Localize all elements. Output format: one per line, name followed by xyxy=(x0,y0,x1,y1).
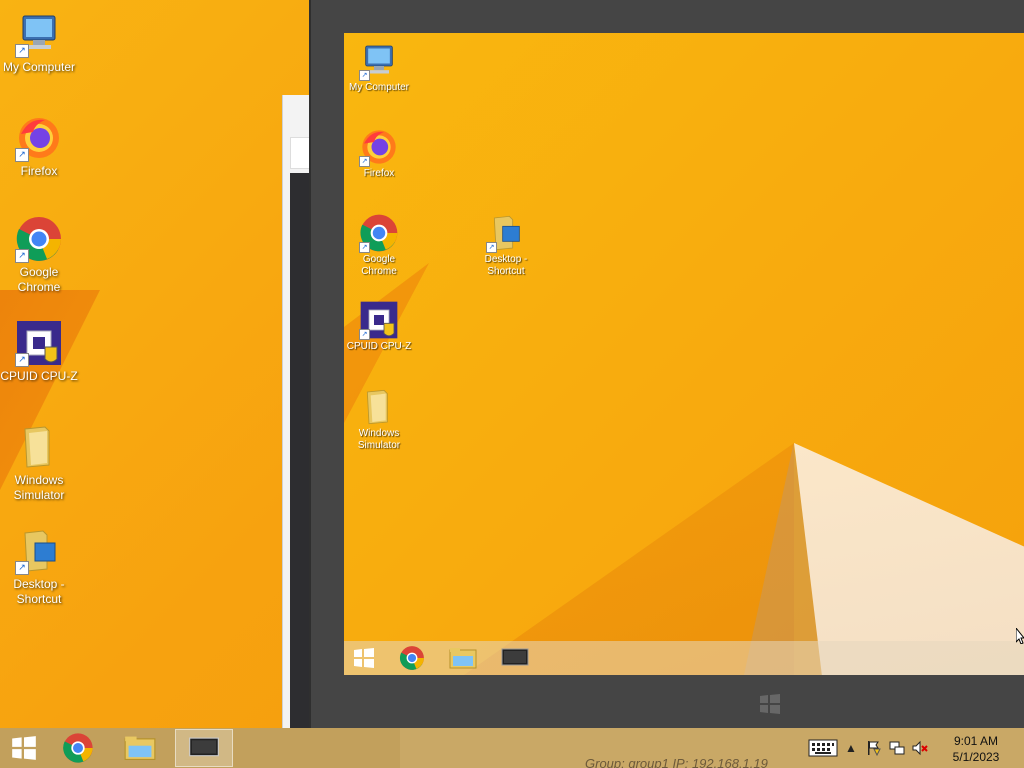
mouse-cursor-icon xyxy=(1015,626,1024,645)
remote-icon-firefox[interactable]: ↗ Firefox xyxy=(344,127,414,180)
desktop-icon-label: CPUID CPU-Z xyxy=(0,369,78,383)
computer-icon: ↗ xyxy=(15,10,63,58)
desktop-icon-label: Google Chrome xyxy=(17,265,61,294)
desktop-icon-label: Desktop - Shortcut xyxy=(13,577,65,606)
chrome-icon: ↗ xyxy=(15,215,63,263)
chrome-icon xyxy=(399,646,424,670)
remote-taskbar-chrome[interactable] xyxy=(392,644,432,672)
chrome-icon xyxy=(63,733,93,763)
remote-taskbar-file-explorer[interactable] xyxy=(443,644,483,672)
computer-icon: ↗ xyxy=(359,41,399,81)
remote-icon-desktop-shortcut[interactable]: ↗ Desktop - Shortcut xyxy=(471,213,541,278)
host-desktop: ↗ My Computer ↗ Firefox ↗ Google Chrome … xyxy=(0,0,1024,768)
cpu-chip-icon: ↗ xyxy=(15,319,63,367)
firefox-icon: ↗ xyxy=(359,127,399,167)
action-center-flag-icon[interactable] xyxy=(866,740,882,756)
volume-muted-icon[interactable] xyxy=(912,740,928,756)
desktop-icon-label: Firefox xyxy=(20,164,58,178)
desktop-icon-windows-simulator[interactable]: Windows Simulator xyxy=(0,423,78,503)
remote-icon-chrome[interactable]: ↗ Google Chrome xyxy=(344,213,414,278)
remote-icon-label: My Computer xyxy=(348,82,409,93)
taskbar-remote-app[interactable] xyxy=(175,729,233,767)
remote-icon-windows-simulator[interactable]: Windows Simulator xyxy=(344,387,414,452)
chevron-up-icon[interactable]: ▲ xyxy=(843,740,859,756)
remote-icon-cpuz[interactable]: ↗ CPUID CPU-Z xyxy=(344,300,414,353)
remote-icon-label: Windows Simulator xyxy=(357,428,401,451)
windows-logo-icon xyxy=(354,648,374,668)
desktop-icon-my-computer[interactable]: ↗ My Computer xyxy=(0,10,78,75)
monitor-icon xyxy=(189,737,219,757)
monitor-icon xyxy=(501,648,529,666)
taskbar: ▲ 9:01 AM 5/1/2023 xyxy=(0,728,1024,768)
desktop-folder-icon: ↗ xyxy=(486,213,526,253)
keyboard-icon[interactable] xyxy=(808,739,838,757)
clock[interactable]: 9:01 AM 5/1/2023 xyxy=(946,733,1006,765)
windows-logo-icon xyxy=(12,736,36,760)
remote-desktop-window[interactable]: ↗ My Computer ↗ Firefox ↗ Google Chrome … xyxy=(309,0,1024,728)
desktop-icon-firefox[interactable]: ↗ Firefox xyxy=(0,114,78,179)
cpu-chip-icon: ↗ xyxy=(359,300,399,340)
remote-icon-label: Firefox xyxy=(363,168,395,179)
desktop-icon-cpuz[interactable]: ↗ CPUID CPU-Z xyxy=(0,319,78,384)
network-icon[interactable] xyxy=(889,740,905,756)
remote-taskbar xyxy=(344,641,1024,675)
taskbar-file-explorer[interactable] xyxy=(111,729,169,767)
group-ip-overlay: Group: group1 IP: 192.168.1.19 xyxy=(585,756,768,768)
file-explorer-icon xyxy=(449,648,477,669)
system-tray: ▲ 9:01 AM 5/1/2023 xyxy=(794,728,1024,768)
clock-date: 5/1/2023 xyxy=(952,750,1000,764)
desktop-icon-label: My Computer xyxy=(2,60,76,74)
folder-icon xyxy=(15,423,63,471)
remote-taskbar-remote-app[interactable] xyxy=(495,644,535,672)
remote-icon-label: Google Chrome xyxy=(361,254,397,277)
remote-icon-label: CPUID CPU-Z xyxy=(346,341,412,352)
folder-icon xyxy=(359,387,399,427)
desktop-icon-label: Windows Simulator xyxy=(13,473,65,502)
remote-icon-label: Desktop - Shortcut xyxy=(484,254,528,277)
desktop-folder-icon: ↗ xyxy=(15,527,63,575)
firefox-icon: ↗ xyxy=(15,114,63,162)
remote-icon-my-computer[interactable]: ↗ My Computer xyxy=(344,41,414,94)
file-explorer-icon xyxy=(124,736,156,761)
windows-logo-icon xyxy=(759,693,781,715)
taskbar-chrome[interactable] xyxy=(49,729,107,767)
remote-screen[interactable]: ↗ My Computer ↗ Firefox ↗ Google Chrome … xyxy=(344,33,1024,675)
desktop-icon-chrome[interactable]: ↗ Google Chrome xyxy=(0,215,78,295)
remote-start-button[interactable] xyxy=(344,644,384,672)
chrome-icon: ↗ xyxy=(359,213,399,253)
start-button[interactable] xyxy=(0,729,48,767)
desktop-icon-desktop-shortcut[interactable]: ↗ Desktop - Shortcut xyxy=(0,527,78,607)
clock-time: 9:01 AM xyxy=(953,734,999,748)
